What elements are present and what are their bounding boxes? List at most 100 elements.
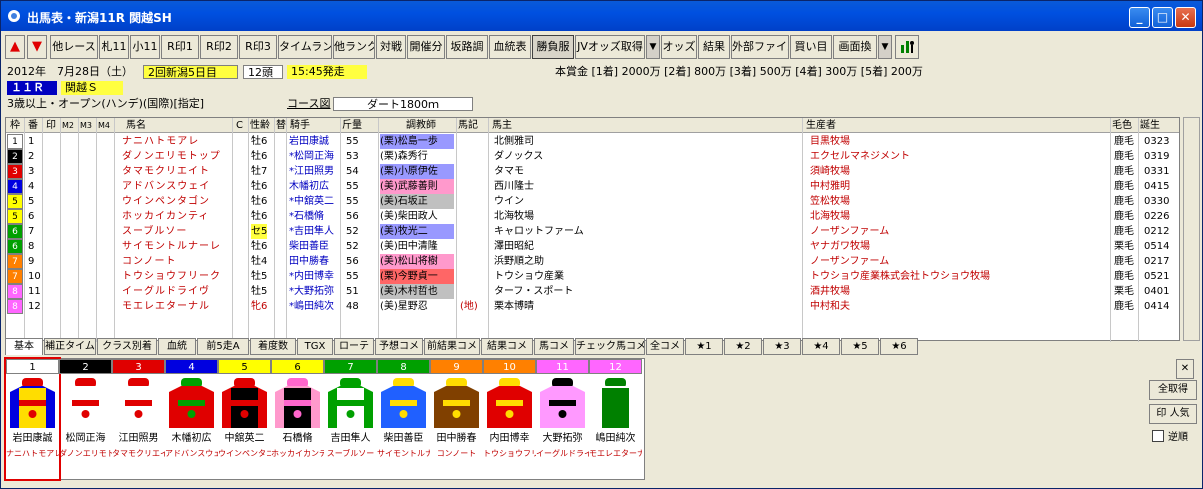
horse-name[interactable]: ダノンエリモトップ [122, 149, 221, 164]
col-m3[interactable]: M3 [80, 118, 92, 133]
tab-3[interactable]: 血統 [158, 338, 196, 355]
col-ban[interactable]: 番 [28, 118, 38, 133]
table-row[interactable]: 8 11 イーグルドライヴ 牡5 *大野拓弥 51 (美)木村哲也 ターフ・スポート 酒井牧場 栗… [6, 284, 1179, 299]
rmark2-button[interactable]: R印2 [200, 35, 238, 59]
jockey-cell[interactable]: 柴田善臣 [289, 239, 329, 254]
meeting-button[interactable]: 開催分 [407, 35, 445, 59]
owner-cell[interactable]: 澤田昭紀 [494, 239, 534, 254]
col-trainer[interactable]: 調教師 [406, 118, 436, 133]
horse-name[interactable]: ウインペンタゴン [122, 194, 210, 209]
breeder-cell[interactable]: 北海牧場 [810, 209, 850, 224]
table-row[interactable]: 4 4 アドバンスウェイ 牡6 木幡初広 55 (美)武藤善則 西川隆士 中村雅明 鹿毛 0415 [6, 179, 1179, 194]
other-race-button[interactable]: 他レース [50, 35, 98, 59]
breeder-cell[interactable]: トウショウ産業株式会社トウショウ牧場 [810, 269, 990, 284]
tab-13[interactable]: 全コメ [646, 338, 684, 355]
breeder-cell[interactable]: 中村雅明 [810, 179, 850, 194]
results-button[interactable]: 結果 [698, 35, 730, 59]
tab-7[interactable]: ローテ [334, 338, 374, 355]
col-mark[interactable]: 印 [46, 118, 56, 133]
tab-12[interactable]: チェック馬コメ [575, 338, 645, 355]
owner-cell[interactable]: トウショウ産業 [494, 269, 564, 284]
trainer-cell[interactable]: (美)松山将樹 [380, 254, 454, 269]
col-blink[interactable]: 替 [276, 118, 286, 133]
owner-cell[interactable]: 栗本博晴 [494, 299, 534, 314]
col-sexage[interactable]: 性齢 [250, 118, 270, 133]
trainer-cell[interactable]: (美)星野忍 [380, 299, 454, 314]
tab-5[interactable]: 着度数 [250, 338, 296, 355]
col-m2[interactable]: M2 [62, 118, 74, 133]
col-m4[interactable]: M4 [98, 118, 110, 133]
jockey-cell[interactable]: *中舘英二 [289, 194, 334, 209]
kokura11-button[interactable]: 小11 [130, 35, 160, 59]
owner-cell[interactable]: ダノックス [494, 149, 543, 164]
trainer-cell[interactable]: (栗)森秀行 [380, 149, 454, 164]
other-rank-button[interactable]: 他ランク [333, 35, 375, 59]
trainer-cell[interactable]: (栗)松島一歩 [380, 134, 454, 149]
tab-15[interactable]: ★2 [724, 338, 762, 355]
col-weight[interactable]: 斤量 [342, 118, 362, 133]
silk-slot[interactable]: 5 中舘英二ウインペンタゴン [218, 359, 271, 479]
sort-mode-button[interactable]: 印 人気 [1149, 404, 1197, 424]
jockey-cell[interactable]: *江田照男 [289, 164, 334, 179]
tab-17[interactable]: ★4 [802, 338, 840, 355]
stats-icon-button[interactable] [895, 35, 919, 59]
trainer-cell[interactable]: (美)田中清隆 [380, 239, 454, 254]
external-file-button[interactable]: 外部ファイル [731, 35, 789, 59]
tab-6[interactable]: TGX [297, 338, 333, 355]
prev-race-button[interactable]: ▲ [5, 35, 25, 59]
col-c[interactable]: C [236, 118, 243, 133]
table-row[interactable]: 7 10 トウショウフリーク 牡5 *内田博幸 55 (栗)今野貞一 トウショウ産業 トウショウ… [6, 269, 1179, 284]
tab-18[interactable]: ★5 [841, 338, 879, 355]
owner-cell[interactable]: ウイン [494, 194, 524, 209]
table-row[interactable]: 6 8 サイモントルナーレ 牡6 柴田善臣 52 (美)田中清隆 澤田昭紀 ヤナガワ牧場 栗毛 05… [6, 239, 1179, 254]
table-row[interactable]: 3 3 タマモクリエイト 牡7 *江田照男 54 (栗)小原伊佐 タマモ 須崎牧場 鹿毛 0331 [6, 164, 1179, 179]
silk-slot[interactable]: 6 石橋脩ホッカイカンティ [271, 359, 324, 479]
tab-1[interactable]: 補正タイム [44, 338, 96, 355]
table-row[interactable]: 2 2 ダノンエリモトップ 牡6 *松岡正海 53 (栗)森秀行 ダノックス エクセルマネジメン… [6, 149, 1179, 164]
horse-name[interactable]: ホッカイカンティ [122, 209, 209, 224]
tab-2[interactable]: クラス別着 [97, 338, 157, 355]
horse-name[interactable]: イーグルドライヴ [122, 284, 210, 299]
reverse-checkbox[interactable] [1152, 430, 1164, 442]
owner-cell[interactable]: 北海牧場 [494, 209, 534, 224]
tab-16[interactable]: ★3 [763, 338, 801, 355]
hill-training-button[interactable]: 坂路調 [446, 35, 488, 59]
col-color[interactable]: 毛色 [1112, 118, 1132, 133]
owner-cell[interactable]: 浜野順之助 [494, 254, 544, 269]
silk-slot[interactable]: 12 嶋田純次モエレエターナル [589, 359, 642, 479]
switch-screen-dropdown[interactable]: ▼ [878, 35, 892, 59]
jv-odds-button[interactable]: JVオッズ取得 [575, 35, 645, 59]
silk-slot[interactable]: 7 吉田隼人 スーブルソー [324, 359, 377, 479]
trainer-cell[interactable]: (美)武藤善則 [380, 179, 454, 194]
time-rank-button[interactable]: タイムランク [278, 35, 332, 59]
col-birth[interactable]: 誕生 [1140, 118, 1160, 133]
owner-cell[interactable]: 西川隆士 [494, 179, 534, 194]
silk-slot[interactable]: 8 柴田善臣サイモントルナーレ [377, 359, 430, 479]
breeder-cell[interactable]: ノーザンファーム [810, 254, 889, 269]
table-row[interactable]: 5 6 ホッカイカンティ 牡6 *石橋脩 56 (美)柴田政人 北海牧場 北海牧場 鹿毛 0226 [6, 209, 1179, 224]
title-bar[interactable]: 出馬表・新潟11R 関越SH _ □ ✕ [1, 1, 1202, 31]
tab-8[interactable]: 予想コメ [375, 338, 423, 355]
breeder-cell[interactable]: エクセルマネジメント [810, 149, 910, 164]
horse-name[interactable]: タマモクリエイト [122, 164, 210, 179]
table-row[interactable]: 8 12 モエレエターナル 牝6 *嶋田純次 48 (美)星野忍 (地) 栗本博晴 中村和夫 鹿毛 0… [6, 299, 1179, 314]
rmark1-button[interactable]: R印1 [161, 35, 199, 59]
breeder-cell[interactable]: 酒井牧場 [810, 284, 850, 299]
table-row[interactable]: 1 1 ナニハトモアレ 牡6 岩田康誠 55 (栗)松島一歩 北側雅司 目黒牧場 鹿毛 0323 [6, 134, 1179, 149]
trainer-cell[interactable]: (美)牧光二 [380, 224, 454, 239]
rmark3-button[interactable]: R印3 [239, 35, 277, 59]
sapporo11-button[interactable]: 札11 [99, 35, 129, 59]
trainer-cell[interactable]: (栗)小原伊佐 [380, 164, 454, 179]
trainer-cell[interactable]: (美)柴田政人 [380, 209, 454, 224]
fetch-all-button[interactable]: 全取得 [1149, 380, 1197, 400]
table-row[interactable]: 5 5 ウインペンタゴン 牡6 *中舘英二 55 (美)石坂正 ウイン 笠松牧場 鹿毛 0330 [6, 194, 1179, 209]
breeder-cell[interactable]: 笠松牧場 [810, 194, 850, 209]
horse-name[interactable]: ナニハトモアレ [122, 134, 199, 149]
jockey-cell[interactable]: 岩田康誠 [289, 134, 329, 149]
tab-19[interactable]: ★6 [880, 338, 918, 355]
jv-odds-dropdown[interactable]: ▼ [646, 35, 660, 59]
tab-9[interactable]: 前結果コメ [424, 338, 480, 355]
horse-name[interactable]: スーブルソー [122, 224, 187, 239]
trainer-cell[interactable]: (栗)今野貞一 [380, 269, 454, 284]
silk-slot[interactable]: 10 内田博幸トウショウフリーク [483, 359, 536, 479]
